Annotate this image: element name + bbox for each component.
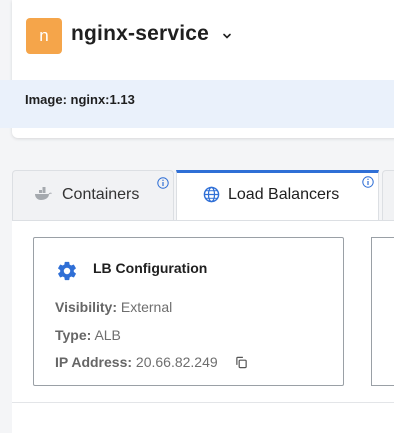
field-key: IP Address: bbox=[55, 354, 133, 370]
field-type: Type: ALB bbox=[55, 327, 121, 343]
service-name-dropdown[interactable]: nginx-service bbox=[71, 22, 209, 46]
card-title: LB Configuration bbox=[93, 260, 208, 276]
lb-card-partial bbox=[371, 237, 394, 386]
info-icon[interactable] bbox=[362, 176, 374, 188]
avatar-letter: n bbox=[39, 26, 49, 45]
field-value: 20.66.82.249 bbox=[135, 354, 218, 370]
globe-icon bbox=[203, 186, 220, 203]
tab-load-balancers[interactable]: Load Balancers bbox=[176, 170, 379, 220]
info-icon[interactable] bbox=[157, 177, 169, 189]
field-value: ALB bbox=[94, 327, 121, 343]
tab-containers-label: Containers bbox=[62, 186, 140, 203]
tab-containers[interactable]: Containers bbox=[12, 170, 174, 220]
gear-icon bbox=[58, 261, 76, 281]
field-value: External bbox=[120, 299, 173, 315]
field-key: Type: bbox=[55, 327, 92, 343]
service-avatar: n bbox=[26, 18, 62, 54]
field-visibility: Visibility: External bbox=[55, 299, 172, 315]
field-ip-address: IP Address: 20.66.82.249 bbox=[55, 354, 218, 370]
image-label: Image: nginx:1.13 bbox=[25, 92, 135, 107]
divider bbox=[12, 402, 394, 403]
docker-whale-icon bbox=[35, 187, 52, 200]
tab-overflow-partial[interactable] bbox=[382, 170, 394, 220]
tab-load-balancers-label: Load Balancers bbox=[228, 186, 340, 203]
chevron-down-icon[interactable] bbox=[222, 31, 232, 41]
field-key: Visibility: bbox=[55, 299, 117, 315]
copy-icon[interactable] bbox=[235, 356, 248, 369]
